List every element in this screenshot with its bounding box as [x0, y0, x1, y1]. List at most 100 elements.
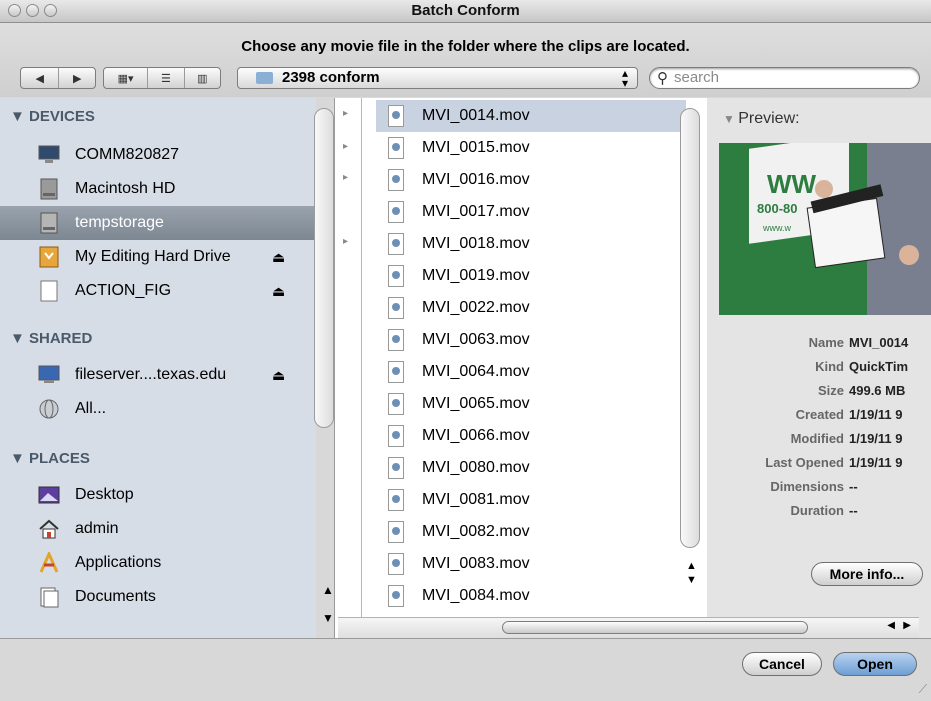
photo-sign-number: 800-80 [757, 201, 797, 216]
info-key: Dimensions [770, 479, 844, 494]
icon-view-icon[interactable]: ▦▾ [104, 68, 149, 88]
info-value: -- [849, 503, 858, 518]
sidebar-item-my-editing-hard-drive[interactable]: My Editing Hard Drive ⏏ [0, 240, 314, 274]
file-row[interactable]: MVI_0066.mov [376, 420, 686, 452]
sidebar-item-applications[interactable]: Applications [0, 546, 314, 580]
movie-file-icon [388, 553, 404, 575]
search-field[interactable]: ⚲ search [649, 67, 920, 89]
file-row[interactable]: MVI_0081.mov [376, 484, 686, 516]
movie-file-icon [388, 169, 404, 191]
info-key: Size [817, 383, 844, 398]
sidebar-item-action-fig[interactable]: ACTION_FIG ⏏ [0, 274, 314, 308]
path-popup[interactable]: 2398 conform ▴ ▾ [237, 67, 638, 89]
info-value: 1/19/11 9 [849, 431, 903, 446]
file-list-scroll-thumb[interactable] [680, 108, 700, 548]
horizontal-scrollbar[interactable]: ◀ ▶ [338, 617, 919, 638]
photo-sign-letters: WW [767, 169, 817, 199]
eject-icon[interactable]: ⏏ [272, 283, 285, 300]
file-row[interactable]: MVI_0082.mov [376, 516, 686, 548]
open-button[interactable]: Open [833, 652, 917, 676]
sidebar-item-documents[interactable]: Documents [0, 580, 314, 614]
scroll-left-icon[interactable]: ◀ [887, 620, 895, 631]
file-row[interactable]: MVI_0065.mov [376, 388, 686, 420]
info-row: Duration -- [707, 503, 931, 527]
info-value: QuickTim [849, 359, 909, 374]
info-row: Size 499.6 MB [707, 383, 931, 407]
file-row[interactable]: MVI_0017.mov [376, 196, 686, 228]
sidebar: ▼ DEVICES COMM820827 Macintosh HD tempst… [0, 98, 316, 638]
movie-file-icon [388, 425, 404, 447]
file-name: MVI_0066.mov [422, 427, 530, 444]
sidebar-item-admin[interactable]: admin [0, 512, 314, 546]
eject-icon[interactable]: ⏏ [272, 249, 285, 266]
file-row[interactable]: MVI_0014.mov [376, 100, 686, 132]
info-value: 499.6 MB [849, 383, 906, 398]
scroll-up-icon[interactable]: ▲ [322, 583, 334, 597]
section-shared[interactable]: ▼ SHARED [10, 330, 92, 347]
info-key: Duration [790, 503, 844, 518]
sidebar-item-label: COMM820827 [75, 146, 180, 163]
sidebar-item-macintosh-hd[interactable]: Macintosh HD [0, 172, 314, 206]
sidebar-item-label: admin [75, 520, 119, 537]
title-bar: Batch Conform [0, 0, 931, 23]
eject-icon[interactable]: ⏏ [272, 367, 285, 384]
movie-file-icon [388, 521, 404, 543]
computer-icon [38, 144, 60, 166]
disclosure-arrow-icon: ▸ [343, 236, 349, 247]
file-name: MVI_0065.mov [422, 395, 530, 412]
sidebar-scroll-thumb[interactable] [314, 108, 334, 428]
info-key: Last Opened [765, 455, 844, 470]
disclosure-arrow-icon: ▸ [343, 108, 349, 119]
file-name: MVI_0014.mov [422, 107, 530, 124]
preview-title-label: Preview: [738, 110, 800, 127]
file-name: MVI_0080.mov [422, 459, 530, 476]
file-row[interactable]: MVI_0016.mov [376, 164, 686, 196]
folder-icon [256, 72, 273, 84]
file-row[interactable]: MVI_0084.mov [376, 580, 686, 612]
info-value: -- [849, 479, 858, 494]
section-devices[interactable]: ▼ DEVICES [10, 108, 95, 125]
file-name: MVI_0015.mov [422, 139, 530, 156]
file-name: MVI_0017.mov [422, 203, 530, 220]
preview-pane: ▼ Preview: 800-80 WW www.w Name MVI_0014 K… [707, 98, 931, 638]
movie-file-icon [388, 137, 404, 159]
back-arrow-icon[interactable]: ◀ [21, 68, 60, 88]
sidebar-item-label: Macintosh HD [75, 180, 176, 197]
sidebar-item-label: Applications [75, 554, 162, 571]
sidebar-item-desktop[interactable]: Desktop [0, 478, 314, 512]
file-row[interactable]: MVI_0015.mov [376, 132, 686, 164]
file-row[interactable]: MVI_0019.mov [376, 260, 686, 292]
column-view-icon[interactable]: ▥ [185, 68, 220, 88]
sidebar-item-tempstorage[interactable]: tempstorage [0, 206, 314, 240]
sidebar-item-comm820827[interactable]: COMM820827 [0, 138, 314, 172]
forward-arrow-icon[interactable]: ▶ [59, 68, 95, 88]
file-row[interactable]: MVI_0064.mov [376, 356, 686, 388]
sidebar-item-fileserver[interactable]: fileserver....texas.edu ⏏ [0, 358, 314, 392]
list-view-icon[interactable]: ☰ [148, 68, 185, 88]
more-info-button[interactable]: More info... [811, 562, 923, 586]
server-icon [38, 364, 60, 386]
file-row[interactable]: MVI_0083.mov [376, 548, 686, 580]
scroll-up-icon[interactable]: ▲ [686, 560, 697, 572]
scroll-down-icon[interactable]: ▼ [686, 574, 697, 586]
cancel-button[interactable]: Cancel [742, 652, 822, 676]
movie-file-icon [388, 489, 404, 511]
view-mode-buttons: ▦▾ ☰ ▥ [103, 67, 221, 89]
section-places[interactable]: ▼ PLACES [10, 450, 90, 467]
scroll-right-icon[interactable]: ▶ [903, 620, 911, 631]
resize-grip-icon[interactable]: ⟋ [919, 682, 927, 697]
sidebar-item-all[interactable]: All... [0, 392, 314, 426]
sidebar-item-label: My Editing Hard Drive [75, 248, 231, 265]
scroll-down-icon[interactable]: ▼ [322, 611, 334, 625]
horizontal-scroll-thumb[interactable] [502, 621, 808, 634]
file-row[interactable]: MVI_0018.mov [376, 228, 686, 260]
browser-column-1[interactable]: ▸ ▸ ▸ ▸ [334, 98, 361, 638]
movie-file-icon [388, 457, 404, 479]
file-row[interactable]: MVI_0080.mov [376, 452, 686, 484]
movie-file-icon [388, 585, 404, 607]
info-value: 1/19/11 9 [849, 455, 903, 470]
file-row[interactable]: MVI_0022.mov [376, 292, 686, 324]
file-name: MVI_0081.mov [422, 491, 530, 508]
sidebar-item-label: Documents [75, 588, 156, 605]
file-row[interactable]: MVI_0063.mov [376, 324, 686, 356]
